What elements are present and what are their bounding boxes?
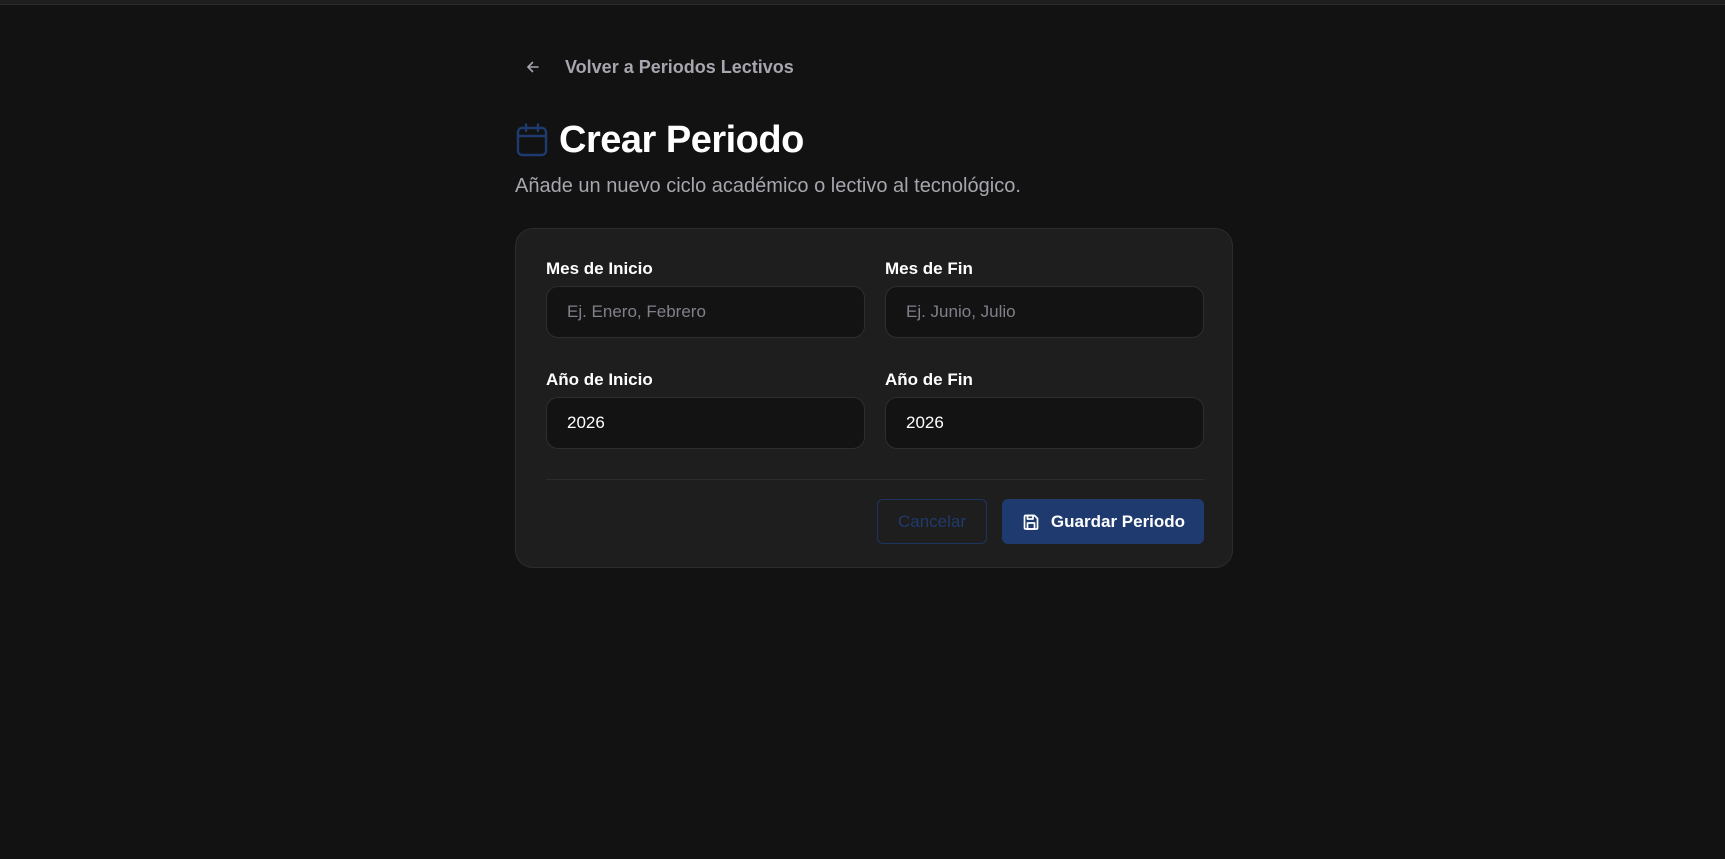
mes-fin-label: Mes de Fin bbox=[885, 259, 973, 278]
anio-fin-label: Año de Fin bbox=[885, 370, 973, 389]
anio-inicio-label: Año de Inicio bbox=[546, 370, 653, 389]
cancel-button-label: Cancelar bbox=[897, 511, 967, 531]
mes-fin-field: Mes de Fin bbox=[885, 259, 1204, 338]
page-header: Crear Periodo bbox=[515, 116, 1235, 164]
arrow-left-icon bbox=[523, 57, 543, 77]
save-period-button[interactable]: Guardar Periodo bbox=[1002, 499, 1204, 544]
back-link-label: Volver a Periodos Lectivos bbox=[565, 56, 794, 77]
mes-fin-input[interactable] bbox=[885, 286, 1204, 338]
anio-fin-field: Año de Fin bbox=[885, 370, 1204, 449]
window-top-bar bbox=[0, 0, 1725, 5]
mes-inicio-field: Mes de Inicio bbox=[546, 259, 865, 338]
page-title: Crear Periodo bbox=[559, 118, 804, 161]
form-grid: Mes de Inicio Mes de Fin Año de Inicio A… bbox=[546, 259, 1204, 449]
save-icon bbox=[1021, 512, 1041, 532]
anio-inicio-input[interactable] bbox=[546, 397, 865, 449]
back-to-periods-link[interactable]: Volver a Periodos Lectivos bbox=[523, 50, 1235, 84]
mes-inicio-input[interactable] bbox=[546, 286, 865, 338]
anio-fin-input[interactable] bbox=[885, 397, 1204, 449]
calendar-icon bbox=[515, 123, 549, 157]
form-actions: Cancelar Guardar Periodo bbox=[546, 499, 1204, 544]
cancel-button[interactable]: Cancelar bbox=[877, 499, 987, 544]
period-form-card: Mes de Inicio Mes de Fin Año de Inicio A… bbox=[515, 228, 1233, 568]
save-button-label: Guardar Periodo bbox=[1050, 511, 1186, 531]
page-container: Volver a Periodos Lectivos Crear Periodo… bbox=[515, 50, 1235, 568]
anio-inicio-field: Año de Inicio bbox=[546, 370, 865, 449]
page-subtitle: Añade un nuevo ciclo académico o lectivo… bbox=[515, 175, 1021, 197]
mes-inicio-label: Mes de Inicio bbox=[546, 259, 653, 278]
form-divider bbox=[546, 479, 1204, 480]
